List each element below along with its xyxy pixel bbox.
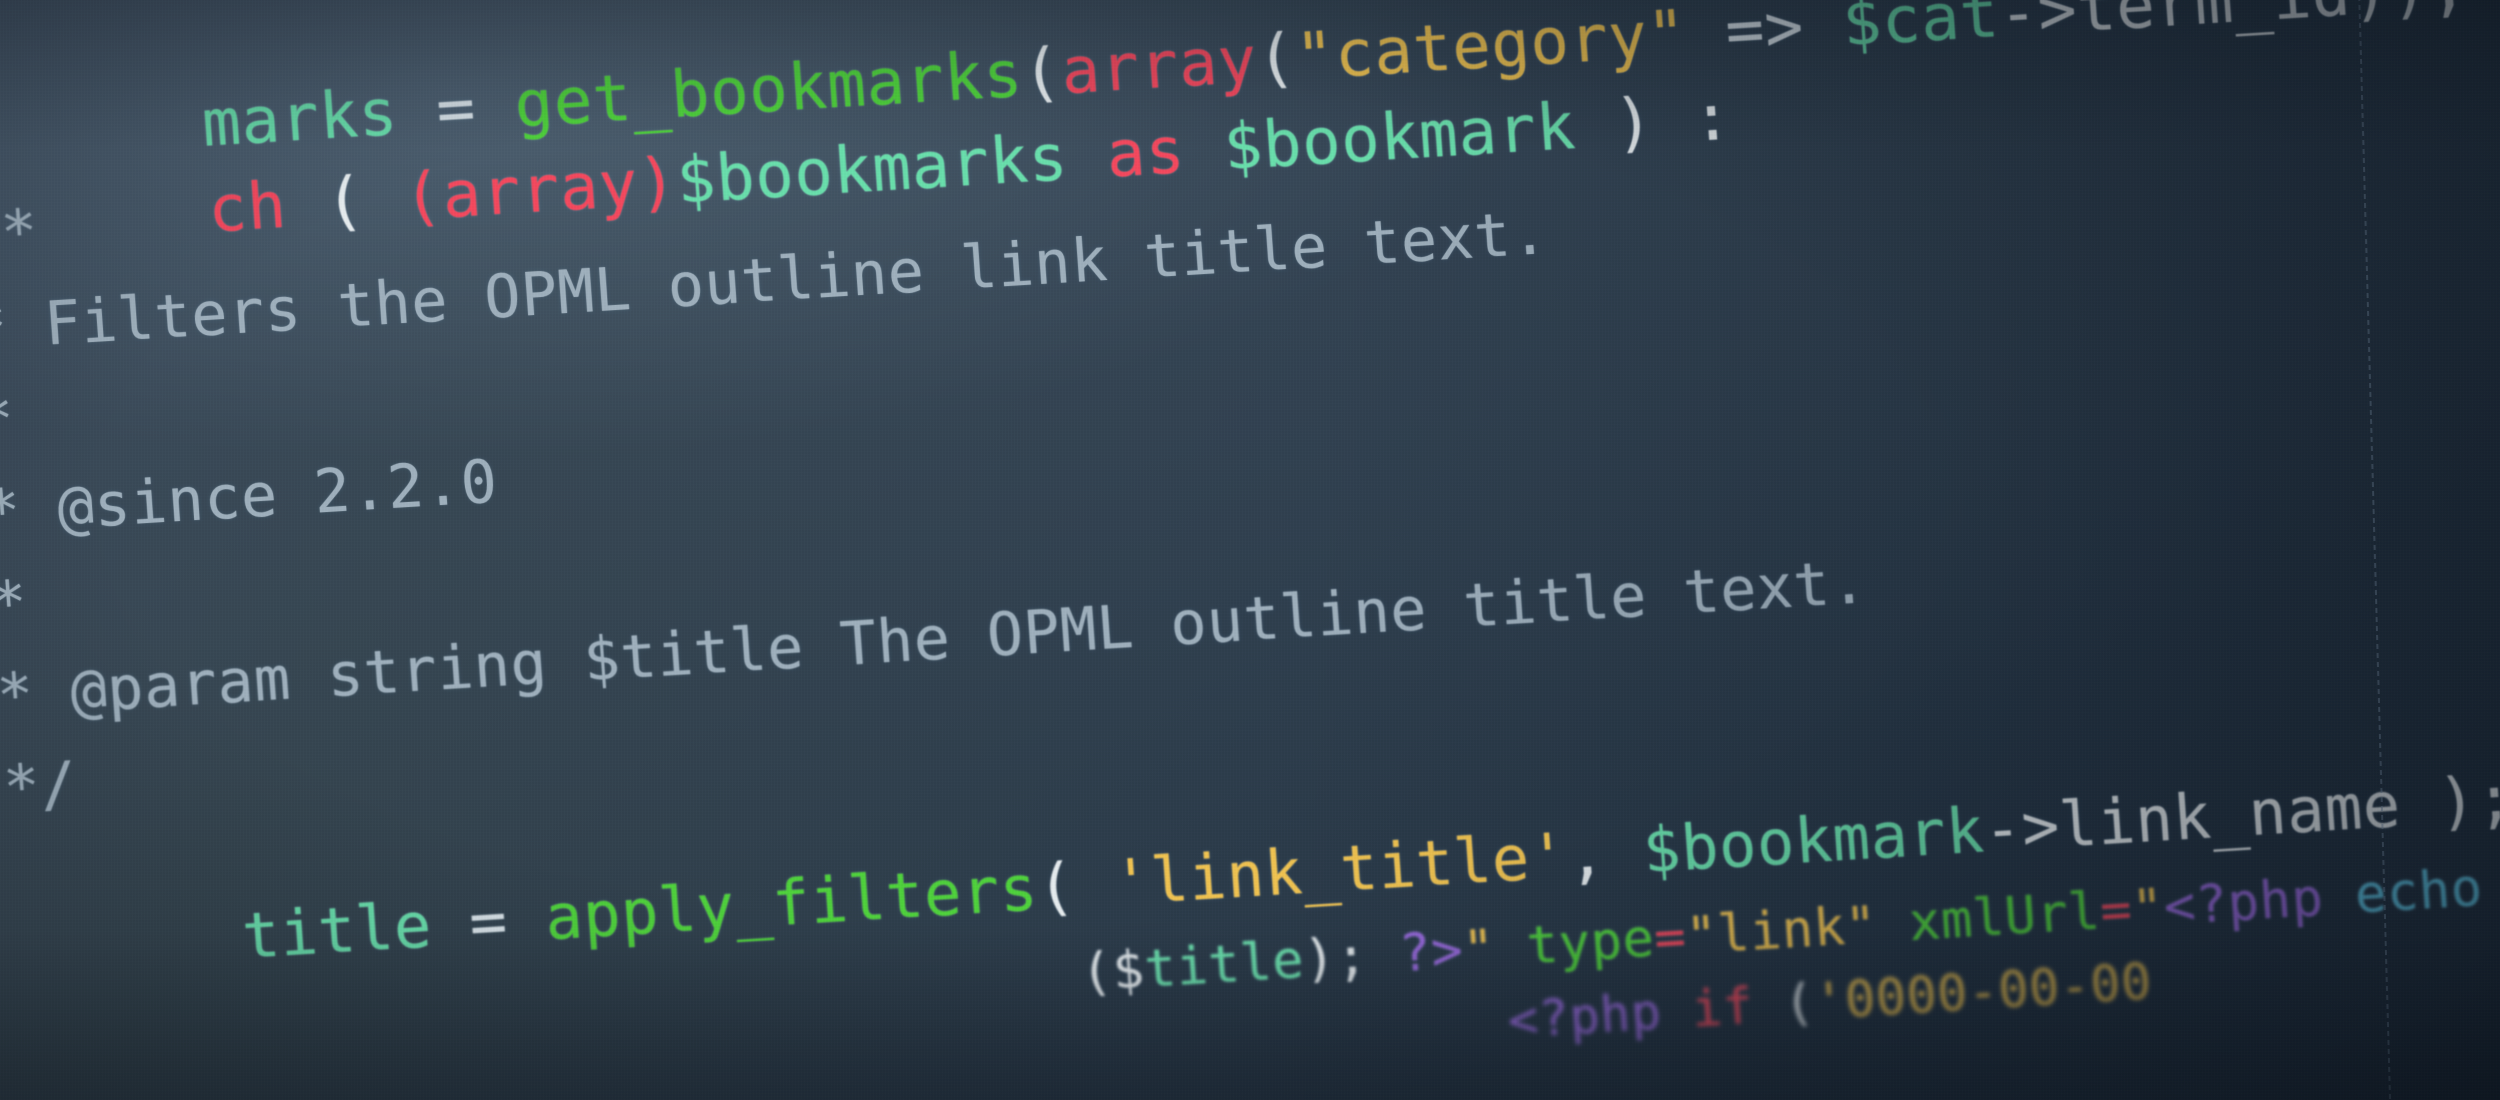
token-close-parens: ));: [2348, 0, 2470, 30]
token-close-colon: ) :: [1572, 80, 1735, 164]
token-var-bookmark: $bookmark: [1221, 90, 1578, 186]
token-php-open: <?php: [1506, 982, 1664, 1050]
token-open-paren: ($: [1078, 939, 1147, 1004]
code-line-doc-since[interactable]: * @since 2.2.0: [0, 447, 500, 548]
token-open-paren: (: [283, 161, 407, 243]
token-var-title: title: [1142, 930, 1307, 1000]
token-var-title: title: [239, 888, 435, 973]
code-line-doc-param[interactable]: * @param string $title The OPML outline …: [0, 547, 1869, 731]
token-kw-as: as: [1104, 114, 1188, 193]
code-editor-screenshot: <?php echo esc_attr($catname); ?>"> mark…: [0, 0, 2500, 1100]
code-line-doc-blank-1[interactable]: *: [0, 384, 17, 456]
token-prop-term-id: term_id: [2074, 0, 2354, 48]
code-line-doc-close[interactable]: */: [1, 749, 79, 823]
token-cast-array: (array): [400, 145, 680, 236]
token-object-op: ->: [1996, 0, 2080, 52]
code-line-doc-open[interactable]: **: [0, 196, 40, 270]
token-str-zero-date: '0000-00-00: [1812, 952, 2154, 1031]
token-arrow-op: =>: [1722, 0, 1807, 69]
token-var-bookmarks: $bookmarks: [674, 121, 1071, 219]
token-assign: =: [466, 883, 510, 959]
token-kw-if: if: [1689, 976, 1756, 1039]
token-echo: echo: [2352, 858, 2485, 926]
token-kw-foreach: ch: [205, 168, 289, 248]
token-var-cat: $cat: [1840, 0, 2002, 62]
token-php-open: <?php: [2161, 867, 2326, 938]
token-open-paren: (: [1751, 973, 1817, 1035]
code-text-plane: <?php echo esc_attr($catname); ?>"> mark…: [0, 0, 2500, 1100]
code-line-doc-blank-2[interactable]: *: [0, 568, 30, 640]
